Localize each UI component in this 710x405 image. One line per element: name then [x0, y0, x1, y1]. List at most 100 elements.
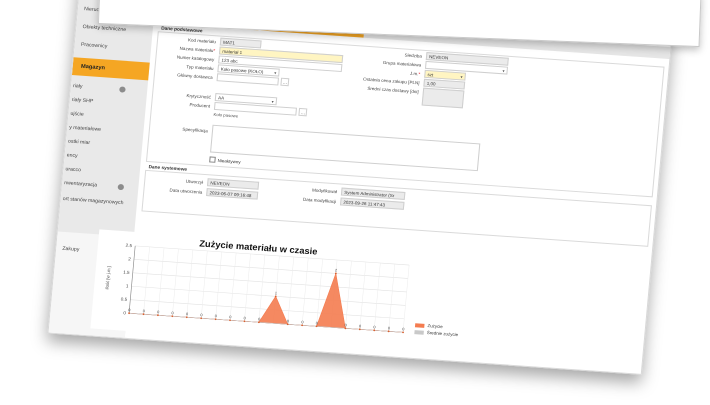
grid-line	[229, 252, 237, 321]
czas-field[interactable]	[421, 87, 465, 109]
y-axis-label: Ilość [w j.m.]	[104, 266, 111, 290]
sidebar-item-magazyn[interactable]: Magazyn	[71, 57, 150, 81]
grid-line	[287, 256, 295, 325]
legend-label: Średnie zużycie	[426, 330, 459, 338]
lookup-icon: …	[300, 109, 306, 115]
data-point	[185, 316, 188, 319]
sidebar-item-label: Magazyn	[80, 63, 106, 72]
grid-line	[200, 250, 208, 319]
grid-line	[172, 248, 179, 317]
data-label: 0	[373, 325, 376, 329]
data-point	[171, 315, 174, 318]
data-point	[128, 312, 131, 315]
data-point	[243, 320, 246, 323]
data-label: 0	[243, 316, 246, 320]
data-point	[358, 328, 361, 331]
sidebar-subitem-label: y materiałowe	[68, 124, 102, 133]
lookup-icon: …	[282, 79, 288, 85]
sidebar-item-pracownicy[interactable]: Pracownicy	[81, 42, 108, 50]
sidebar-subitem-raport[interactable]: ort stanów magazynowych	[62, 196, 123, 206]
sidebar-item-zakupy[interactable]: Zakupy	[62, 246, 79, 253]
grid-line	[143, 246, 150, 315]
grid-line	[359, 261, 367, 330]
y-tick-label: 1	[126, 283, 129, 288]
grid-line	[388, 263, 396, 332]
sidebar-subitem-label: ostki miar	[67, 138, 91, 147]
grid-line	[402, 264, 410, 333]
grid-line	[215, 251, 222, 320]
sidebar-subitem-jednostki[interactable]: ostki miar	[68, 139, 91, 146]
sidebar-subitem-label: ency	[66, 152, 78, 160]
data-label: 2	[335, 268, 338, 272]
data-label: 0	[287, 319, 290, 323]
browse-button[interactable]: …	[280, 77, 290, 87]
sidebar-subitem-materialy[interactable]: riały	[73, 83, 126, 93]
data-point	[142, 313, 145, 316]
data-label: 0	[258, 317, 261, 321]
data-point	[156, 314, 159, 317]
data-label: 0	[171, 311, 174, 315]
grid-line	[244, 253, 251, 322]
legend-swatch	[414, 322, 425, 328]
sidebar-subitem-uracco[interactable]: uracco	[65, 166, 81, 173]
data-label: 0	[215, 314, 218, 318]
material-details-page: Nieruchomości Obiekty techniczne Pracown…	[47, 0, 675, 375]
sidebar-subitem-label: uracco	[65, 166, 82, 174]
sidebar-item-label: Zakupy	[62, 245, 80, 253]
data-point	[334, 272, 337, 275]
y-tick-label: 0	[123, 310, 126, 315]
sidebar-subitem-label: riały SHP	[71, 96, 94, 105]
data-point	[229, 319, 231, 322]
sidebar-item-obiekty[interactable]: Obiekty techniczne	[82, 24, 126, 33]
legend-item-srednie: Średnie zużycie	[414, 329, 458, 337]
y-tick-label: 2.5	[125, 243, 132, 248]
sidebar-subitem-materialy-shp[interactable]: riały SHP	[71, 97, 93, 104]
sidebar-item-label: Obiekty techniczne	[82, 24, 127, 33]
data-label: 0	[142, 309, 145, 313]
legend-swatch	[414, 329, 424, 335]
data-label: 0	[186, 312, 189, 316]
data-point	[387, 330, 390, 333]
data-label: 0	[388, 326, 391, 330]
grid-line	[373, 262, 381, 331]
data-point	[200, 317, 203, 320]
data-point	[373, 329, 376, 332]
grid-line	[157, 247, 165, 316]
data-label: 0	[128, 308, 131, 312]
browse-button[interactable]: …	[298, 107, 308, 117]
data-label: 1	[275, 291, 278, 295]
data-label: 0	[200, 313, 203, 317]
sidebar-subitem-licencje[interactable]: ency	[66, 152, 77, 159]
nieaktywny-checkbox[interactable]	[209, 156, 216, 163]
nieaktywny-label: Nieaktywny	[217, 157, 241, 165]
sidebar-subitem-zuzycie[interactable]: ujście	[70, 111, 84, 118]
sidebar-item-label: Pracownicy	[80, 41, 108, 50]
data-label: 0	[344, 323, 347, 327]
count-badge-icon	[119, 86, 126, 93]
data-label: 0	[301, 320, 304, 324]
sidebar-subitem-label: nwentaryzacja	[63, 180, 98, 189]
data-label: 0	[229, 315, 232, 319]
sidebar-subitem-grupy[interactable]: y materiałowe	[69, 125, 101, 133]
data-point	[301, 324, 304, 327]
grid-line	[345, 260, 352, 329]
sidebar-subitem-inwentaryzacja[interactable]: nwentaryzacja	[63, 180, 125, 191]
legend-label: Zużycie	[427, 323, 443, 330]
grid-line	[186, 249, 194, 318]
data-label: 0	[316, 321, 319, 325]
data-label: 0	[359, 324, 362, 328]
data-label: 0	[402, 327, 405, 331]
y-tick-label: 0.5	[121, 297, 128, 302]
sidebar-subitem-label: ort stanów magazynowych	[62, 195, 124, 207]
count-badge-icon	[117, 183, 125, 191]
data-label: 0	[157, 310, 160, 314]
chart-legend: Zużycie Średnie zużycie	[414, 322, 459, 339]
y-tick-label: 2	[128, 257, 131, 262]
data-point	[214, 318, 217, 321]
grid-line	[258, 254, 266, 323]
sidebar-subitem-label: ujście	[70, 110, 84, 118]
sidebar-subitem-label: riały	[72, 83, 83, 90]
y-tick-label: 1.5	[123, 270, 130, 275]
data-point	[402, 331, 404, 334]
grid-line	[301, 257, 309, 326]
